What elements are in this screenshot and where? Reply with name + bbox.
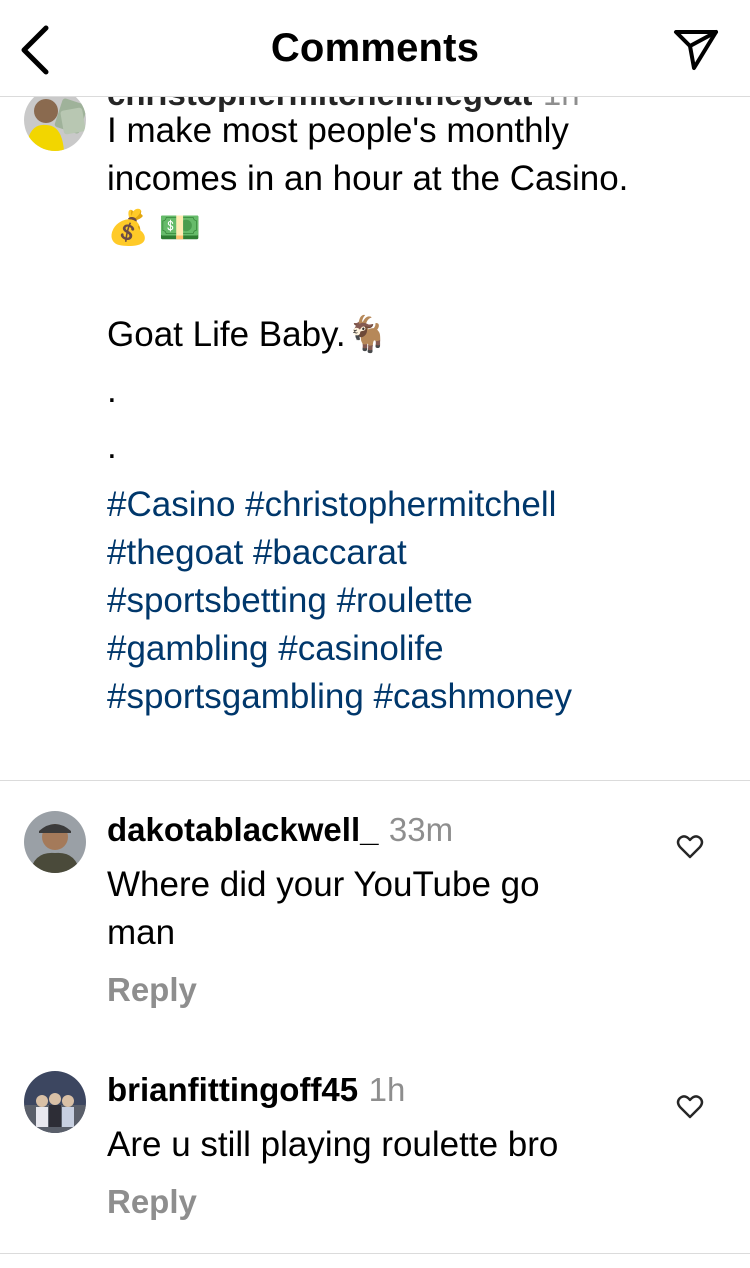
heart-icon [676, 1095, 704, 1119]
divider [0, 1253, 750, 1254]
comment-text: Are u still playing roulette bro [107, 1121, 667, 1169]
hashtag-line[interactable]: #Casino #christophermitchell [107, 481, 727, 529]
caption-text: I make most people's monthly incomes in … [107, 107, 727, 721]
comment-item: brianfittingoff45 1h Are u still playing… [0, 1071, 750, 1231]
hashtag-line[interactable]: #thegoat #baccarat [107, 529, 727, 577]
comment-username[interactable]: dakotablackwell_ [107, 811, 378, 848]
hashtag-line[interactable]: #sportsbetting #roulette [107, 577, 727, 625]
hashtag-line[interactable]: #gambling #casinolife [107, 625, 727, 673]
comment-time: 33m [388, 811, 454, 848]
caption-text-line: I make most people's monthly [107, 111, 569, 150]
comment-text-line: man [107, 913, 176, 952]
caption-dot: . [107, 427, 117, 466]
like-button[interactable] [676, 833, 704, 861]
send-icon [674, 30, 718, 70]
caption-text-line: incomes in an hour at the Casino. [107, 159, 629, 198]
comment-text-line: Where did your YouTube go [107, 865, 540, 904]
reply-button[interactable]: Reply [107, 971, 197, 1009]
caption-emoji-line: 💰 💵 [107, 209, 202, 247]
avatar[interactable] [24, 97, 86, 151]
avatar[interactable] [24, 1071, 86, 1133]
comment-username[interactable]: brianfittingoff45 [107, 1071, 358, 1108]
like-button[interactable] [676, 1093, 704, 1121]
share-button[interactable] [672, 28, 720, 72]
comments-list[interactable]: christophermitchellthegoat 1h I make mos… [0, 97, 750, 1268]
caption-dot: . [107, 371, 117, 410]
heart-icon [676, 835, 704, 859]
avatar[interactable] [24, 811, 86, 873]
caption-hashtags: #Casino #christophermitchell #thegoat #b… [107, 481, 727, 721]
top-bar: Comments [0, 0, 750, 97]
reply-button[interactable]: Reply [107, 1183, 197, 1221]
comment-item: dakotablackwell_ 33m Where did your YouT… [0, 811, 750, 1041]
hashtag-line[interactable]: #sportsgambling #cashmoney [107, 673, 727, 721]
comment-time: 1h [368, 1071, 406, 1108]
divider [0, 780, 750, 781]
comment-text: Where did your YouTube go man [107, 861, 667, 957]
caption-goat-line: Goat Life Baby.🐐 [107, 315, 390, 354]
page-title: Comments [270, 26, 480, 70]
comment-text-line: Are u still playing roulette bro [107, 1125, 559, 1164]
